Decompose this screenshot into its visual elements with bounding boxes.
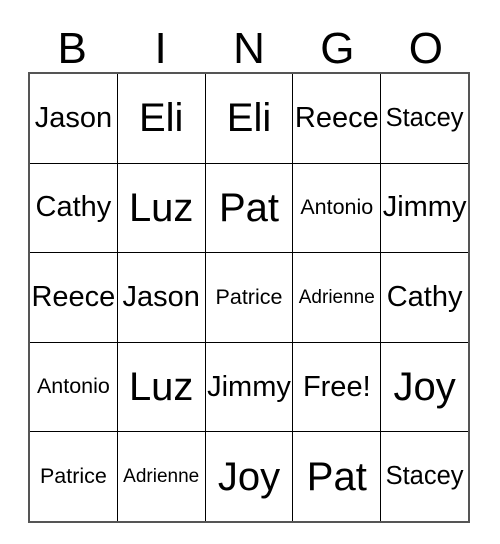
bingo-cell-label: Cathy	[35, 191, 112, 224]
table-row: Patrice Adrienne Joy Pat Stacey	[30, 432, 468, 521]
bingo-cell-b4[interactable]: Antonio	[30, 342, 118, 432]
bingo-cell-label: Jimmy	[382, 191, 467, 224]
bingo-cell-label: Stacey	[385, 461, 464, 490]
bingo-header-letter-n: N	[233, 24, 265, 73]
bingo-header-letter-i: I	[154, 24, 167, 73]
bingo-header-letter-b: B	[57, 24, 87, 73]
bingo-cell-n4[interactable]: Jimmy	[205, 342, 294, 432]
bingo-grid: Jason Eli Eli Reece Stacey Cathy Luz Pat…	[28, 72, 470, 523]
bingo-cell-label: Reece	[294, 101, 379, 134]
bingo-cell-n3[interactable]: Patrice	[205, 253, 294, 342]
bingo-cell-n5[interactable]: Joy	[205, 432, 294, 521]
bingo-cell-g2[interactable]: Antonio	[293, 163, 382, 253]
bingo-cell-label: Luz	[128, 365, 194, 410]
table-row: Cathy Luz Pat Antonio Jimmy	[30, 163, 468, 254]
bingo-cell-n1[interactable]: Eli	[205, 74, 294, 163]
bingo-cell-b3[interactable]: Reece	[30, 253, 118, 342]
bingo-cell-label: Joy	[217, 454, 281, 499]
bingo-header-row: B I N G O	[28, 14, 470, 72]
bingo-cell-label: Jason	[122, 280, 200, 313]
bingo-cell-label: Jason	[34, 101, 113, 134]
bingo-cell-label: Joy	[393, 365, 456, 410]
bingo-cell-b1[interactable]: Jason	[30, 74, 118, 163]
bingo-cell-i4[interactable]: Luz	[117, 342, 206, 432]
bingo-cell-label: Pat	[306, 454, 367, 499]
bingo-cell-i3[interactable]: Jason	[117, 253, 206, 342]
bingo-cell-label: Adrienne	[298, 286, 375, 308]
bingo-cell-label: Pat	[218, 185, 280, 230]
bingo-cell-g5[interactable]: Pat	[293, 432, 382, 521]
bingo-cell-label: Patrice	[39, 463, 107, 488]
bingo-cell-label: Stacey	[385, 103, 464, 132]
bingo-cell-o2[interactable]: Jimmy	[381, 163, 468, 253]
bingo-cell-n2[interactable]: Pat	[205, 163, 294, 253]
bingo-header-letter-g: G	[320, 24, 355, 73]
bingo-cell-i5[interactable]: Adrienne	[117, 432, 206, 521]
bingo-cell-free-space[interactable]: Free!	[293, 342, 382, 432]
bingo-cell-label: Eli	[226, 96, 272, 141]
bingo-cell-g3[interactable]: Adrienne	[293, 253, 382, 342]
bingo-cell-label: Patrice	[215, 284, 283, 309]
bingo-cell-label: Eli	[138, 96, 184, 141]
table-row: Jason Eli Eli Reece Stacey	[30, 74, 468, 164]
bingo-cell-label: Luz	[128, 185, 194, 230]
bingo-cell-label: Reece	[31, 280, 116, 313]
bingo-cell-label: Antonio	[36, 374, 110, 399]
bingo-cell-o4[interactable]: Joy	[381, 342, 468, 432]
bingo-cell-b5[interactable]: Patrice	[30, 432, 118, 521]
bingo-free-space-label: Free!	[302, 370, 371, 403]
table-row: Antonio Luz Jimmy Free! Joy	[30, 342, 468, 433]
table-row: Reece Jason Patrice Adrienne Cathy	[30, 253, 468, 343]
bingo-cell-label: Jimmy	[207, 370, 291, 403]
bingo-cell-o5[interactable]: Stacey	[381, 432, 468, 521]
bingo-header-letter-o: O	[408, 24, 443, 73]
bingo-cell-label: Antonio	[300, 195, 374, 220]
bingo-cell-o1[interactable]: Stacey	[381, 74, 468, 163]
bingo-cell-o3[interactable]: Cathy	[381, 253, 468, 342]
bingo-card: B I N G O Jason Eli Eli Reece Stacey Cat…	[28, 14, 470, 523]
bingo-cell-label: Cathy	[386, 280, 463, 313]
bingo-cell-g1[interactable]: Reece	[293, 74, 382, 163]
bingo-cell-i2[interactable]: Luz	[117, 163, 206, 253]
bingo-cell-b2[interactable]: Cathy	[30, 163, 118, 253]
bingo-cell-i1[interactable]: Eli	[117, 74, 206, 163]
bingo-cell-label: Adrienne	[123, 466, 200, 488]
